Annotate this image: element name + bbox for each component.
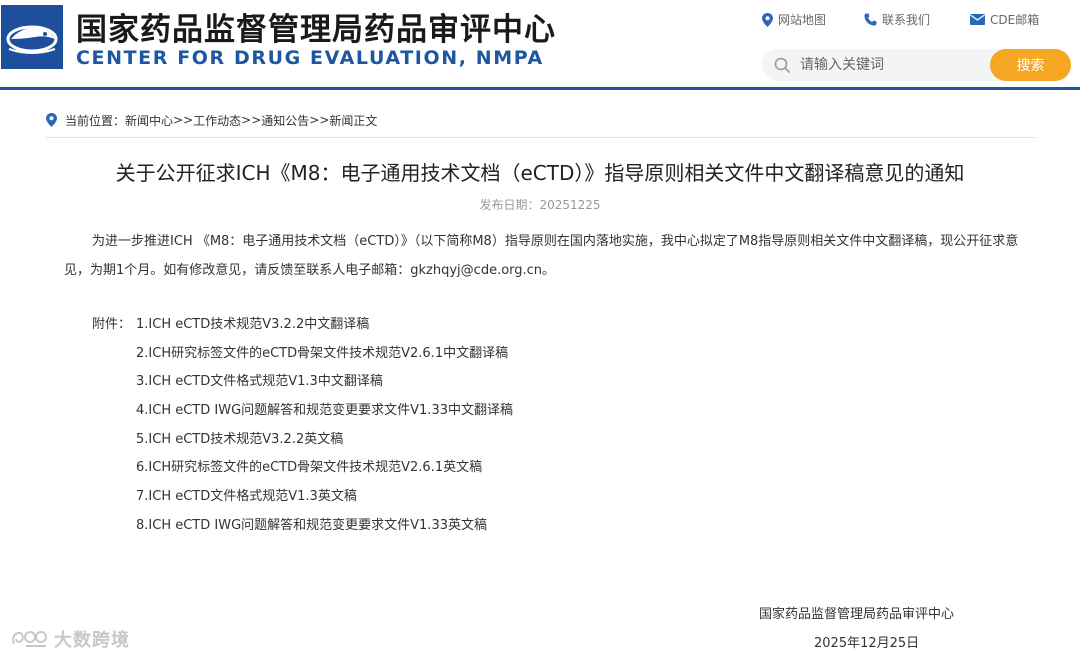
publish-date-label: 发布日期： bbox=[479, 198, 540, 212]
attachment-link-3[interactable]: 3.ICH eCTD文件格式规范V1.3中文翻译稿 bbox=[136, 370, 513, 399]
breadcrumb: 当前位置： 新闻中心 >> 工作动态 >> 通知公告 >> 新闻正文 bbox=[46, 110, 377, 130]
attachment-link-1[interactable]: 1.ICH eCTD技术规范V3.2.2中文翻译稿 bbox=[136, 313, 513, 342]
attachments-list: 1.ICH eCTD技术规范V3.2.2中文翻译稿 2.ICH研究标签文件的eC… bbox=[136, 313, 513, 543]
site-header: 国家药品监督管理局药品审评中心 CENTER FOR DRUG EVALUATI… bbox=[0, 0, 1080, 88]
search-button[interactable]: 搜索 bbox=[990, 49, 1071, 81]
mail-link[interactable]: CDE邮箱 bbox=[970, 11, 1060, 28]
watermark-logo-icon bbox=[12, 631, 47, 647]
search-input[interactable] bbox=[800, 49, 970, 81]
mail-label: CDE邮箱 bbox=[990, 13, 1040, 27]
watermark-text: 大数跨境 bbox=[54, 630, 130, 651]
breadcrumb-pin-icon bbox=[46, 113, 57, 127]
attachment-link-8[interactable]: 8.ICH eCTD IWG问题解答和规范变更要求文件V1.33英文稿 bbox=[136, 514, 513, 543]
attachments-label: 附件： bbox=[92, 317, 132, 332]
breadcrumb-current: 新闻正文 bbox=[329, 113, 378, 128]
sitemap-link[interactable]: 网站地图 bbox=[762, 11, 842, 28]
attachment-link-6[interactable]: 6.ICH研究标签文件的eCTD骨架文件技术规范V2.6.1英文稿 bbox=[136, 456, 513, 485]
sitemap-label: 网站地图 bbox=[778, 13, 827, 27]
signature-date: 2025年12月25日 bbox=[814, 636, 920, 651]
breadcrumb-prefix: 当前位置： bbox=[65, 113, 126, 128]
search-box: 搜索 bbox=[762, 49, 1071, 81]
attachment-link-4[interactable]: 4.ICH eCTD IWG问题解答和规范变更要求文件V1.33中文翻译稿 bbox=[136, 399, 513, 428]
breadcrumb-work-news[interactable]: 工作动态 bbox=[193, 112, 241, 129]
contact-label: 联系我们 bbox=[882, 13, 931, 27]
attachment-link-7[interactable]: 7.ICH eCTD文件格式规范V1.3英文稿 bbox=[136, 485, 513, 514]
breadcrumb-separator: >> bbox=[173, 113, 194, 127]
phone-icon bbox=[864, 13, 877, 26]
contact-link[interactable]: 联系我们 bbox=[864, 11, 944, 28]
breadcrumb-separator: >> bbox=[241, 113, 262, 127]
location-pin-icon bbox=[762, 12, 773, 27]
watermark: 大数跨境 bbox=[10, 626, 130, 652]
breadcrumb-separator: >> bbox=[309, 113, 330, 127]
attachment-link-2[interactable]: 2.ICH研究标签文件的eCTD骨架文件技术规范V2.6.1中文翻译稿 bbox=[136, 342, 513, 371]
publish-date-value: 20251225 bbox=[539, 198, 601, 212]
attachment-link-5[interactable]: 5.ICH eCTD技术规范V3.2.2英文稿 bbox=[136, 428, 513, 457]
article-title: 关于公开征求ICH《M8：电子通用技术文档（eCTD）》指导原则相关文件中文翻译… bbox=[115, 161, 965, 185]
breadcrumb-notices[interactable]: 通知公告 bbox=[261, 112, 309, 129]
header-divider bbox=[0, 87, 1080, 90]
breadcrumb-divider bbox=[46, 137, 1036, 138]
mail-icon bbox=[970, 14, 985, 25]
search-icon bbox=[774, 57, 790, 73]
signature-organization: 国家药品监督管理局药品审评中心 bbox=[759, 607, 955, 622]
publish-date: 发布日期：20251225 bbox=[0, 196, 1080, 213]
site-title-en: CENTER FOR DRUG EVALUATION, NMPA bbox=[76, 47, 544, 69]
site-title-cn: 国家药品监督管理局药品审评中心 bbox=[76, 12, 556, 48]
logo-icon[interactable] bbox=[1, 5, 63, 69]
article-paragraph: 为进一步推进ICH 《M8：电子通用技术文档（eCTD）》（以下简称M8）指导原… bbox=[64, 234, 1019, 278]
breadcrumb-news-center[interactable]: 新闻中心 bbox=[125, 112, 173, 129]
